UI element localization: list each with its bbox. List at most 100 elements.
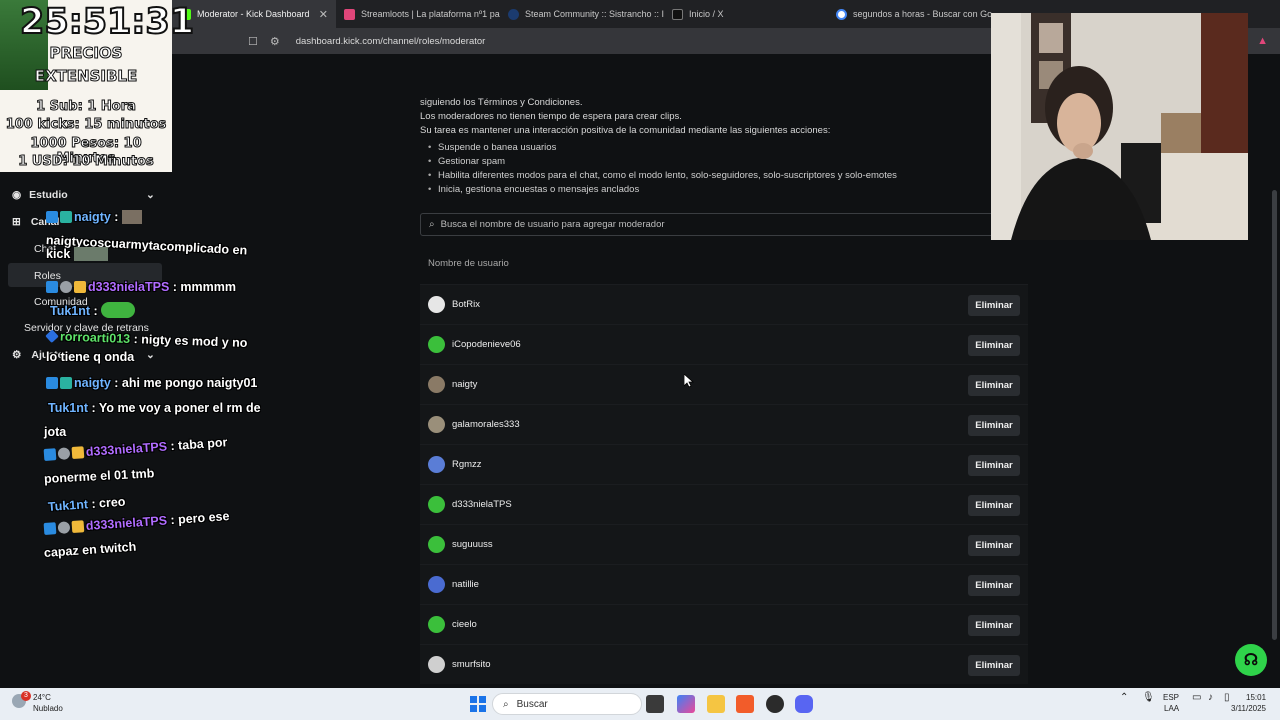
headset-icon: ☊: [1243, 652, 1259, 669]
moderator-row: galamorales333 Eliminar: [420, 404, 1028, 444]
search-icon: ⌕: [503, 698, 509, 710]
site-info-icon[interactable]: ⚙: [270, 35, 280, 48]
bullet-item: Suspende o banea usuarios: [428, 142, 556, 153]
obs-icon[interactable]: [766, 695, 784, 713]
moderator-username: smurfsito: [452, 659, 491, 670]
brave-browser-icon[interactable]: [736, 695, 754, 713]
moderator-username: d333nielaTPS: [452, 499, 512, 510]
language-code[interactable]: ESP: [1163, 693, 1179, 702]
tab-streamloots[interactable]: Streamloots | La plataforma nº1 para: [336, 0, 500, 28]
avatar: [428, 296, 445, 313]
help-chat-button[interactable]: ☊: [1235, 644, 1267, 676]
avatar: [428, 376, 445, 393]
bullet-item: Inicia, gestiona encuestas o mensajes an…: [428, 184, 639, 195]
tab-google[interactable]: segundos a horas - Buscar con Goog: [828, 0, 992, 28]
moderator-row: smurfsito Eliminar: [420, 644, 1028, 684]
mod-badge-icon: [57, 447, 71, 461]
microphone-icon[interactable]: 🎙: [1142, 692, 1155, 703]
language-layout[interactable]: LAA: [1164, 704, 1179, 713]
chat-message: naigty : ahi me pongo naigty01: [46, 376, 257, 390]
sidebar-item-studio[interactable]: ◉ Estudio ⌄: [12, 189, 155, 201]
windows-start-icon[interactable]: [469, 695, 487, 713]
moderator-username: iCopodenieve06: [452, 339, 521, 350]
kick-badge-icon: [43, 448, 57, 461]
avatar: [428, 456, 445, 473]
battery-icon[interactable]: ▯: [1224, 692, 1230, 703]
remove-moderator-button[interactable]: Eliminar: [968, 495, 1020, 516]
crown-badge-icon: [71, 520, 85, 534]
chat-text: : Yo me voy a poner el rm de: [88, 401, 261, 415]
remove-moderator-button[interactable]: Eliminar: [968, 655, 1020, 676]
tab-x[interactable]: Inicio / X: [664, 0, 828, 28]
remove-moderator-button[interactable]: Eliminar: [968, 535, 1020, 556]
chat-text: :: [110, 210, 119, 224]
chevron-down-icon: ⌄: [146, 349, 155, 361]
kick-badge-icon: [43, 522, 57, 535]
google-icon: [836, 8, 847, 20]
remove-moderator-button[interactable]: Eliminar: [968, 375, 1020, 396]
moderator-row: iCopodenieve06 Eliminar: [420, 324, 1028, 364]
remove-moderator-button[interactable]: Eliminar: [968, 615, 1020, 636]
studio-icon: ◉: [12, 189, 22, 201]
tab-steam[interactable]: Steam Community :: Sistrancho :: Ite: [500, 0, 664, 28]
moderator-row: naigty Eliminar: [420, 364, 1028, 404]
chat-message: d333nielaTPS : mmmmm: [46, 280, 236, 294]
remove-moderator-button[interactable]: Eliminar: [968, 575, 1020, 596]
channel-icon: ⊞: [12, 216, 21, 228]
sidebar-item-label: Estudio: [29, 189, 68, 201]
taskbar-search[interactable]: ⌕ Buscar: [492, 693, 642, 715]
moderator-username: natillie: [452, 579, 479, 590]
webcam-overlay: [991, 13, 1248, 240]
subathon-timer: 25:51:31: [19, 1, 195, 43]
close-icon[interactable]: ✕: [319, 8, 328, 21]
clock-date[interactable]: 3/11/2025: [1231, 704, 1266, 713]
task-view-icon[interactable]: [646, 695, 664, 713]
chat-message: naigty :: [46, 210, 142, 224]
copilot-icon[interactable]: [677, 695, 695, 713]
tab-kick-dashboard[interactable]: Moderator - Kick Dashboard ✕: [172, 0, 336, 28]
tab-label: Inicio / X: [689, 9, 724, 19]
chat-username: naigty: [74, 210, 111, 224]
moderator-search-input[interactable]: ⌕ Busca el nombre de usuario para agrega…: [420, 213, 1028, 236]
moderator-row: natillie Eliminar: [420, 564, 1028, 604]
clock-time[interactable]: 15:01: [1246, 693, 1266, 702]
moderator-username: galamorales333: [452, 419, 520, 430]
moderator-row: cieelo Eliminar: [420, 604, 1028, 644]
tab-label: segundos a horas - Buscar con Goog: [853, 9, 992, 19]
search-placeholder: Busca el nombre de usuario para agregar …: [440, 219, 665, 230]
chat-message: Tuk1nt : Yo me voy a poner el rm de: [48, 401, 261, 415]
bookmark-icon[interactable]: ☐: [248, 35, 258, 48]
diamond-badge-icon: [45, 329, 59, 343]
prices-title: PRECIOS: [49, 44, 123, 63]
discord-icon[interactable]: [795, 695, 813, 713]
avatar: [428, 416, 445, 433]
brave-rewards-icon[interactable]: ▲: [1257, 35, 1268, 48]
volume-icon[interactable]: ♪: [1208, 692, 1213, 703]
remove-moderator-button[interactable]: Eliminar: [968, 335, 1020, 356]
file-explorer-icon[interactable]: [707, 695, 725, 713]
url-field[interactable]: dashboard.kick.com/channel/roles/moderat…: [296, 36, 486, 47]
tray-chevron-up-icon[interactable]: ⌃: [1120, 692, 1128, 703]
remove-moderator-button[interactable]: Eliminar: [968, 295, 1020, 316]
moderator-desc-clips: Los moderadores no tienen tiempo de espe…: [420, 111, 682, 122]
price-line: 1 USD: 10 Minutos: [18, 154, 154, 170]
crown-badge-icon: [71, 446, 85, 460]
remove-moderator-button[interactable]: Eliminar: [968, 415, 1020, 436]
price-line: 100 kicks: 15 minutos: [5, 117, 167, 133]
scrollbar[interactable]: [1272, 190, 1277, 640]
moderator-row: suguuuss Eliminar: [420, 524, 1028, 564]
chat-text: : creo: [87, 494, 126, 512]
avatar: [428, 616, 445, 633]
moderator-username: BotRix: [452, 299, 480, 310]
sub-badge-icon: [60, 377, 72, 389]
avatar: [428, 656, 445, 673]
kick-badge-icon: [46, 281, 58, 293]
weather-desc: Nublado: [33, 704, 63, 713]
chat-username: naigty: [74, 376, 111, 390]
avatar: [428, 336, 445, 353]
windows-taskbar: 3 24°C Nublado ⌕ Buscar ⌃ 🎙 ESP LAA ▭ ♪ …: [0, 688, 1280, 720]
remove-moderator-button[interactable]: Eliminar: [968, 455, 1020, 476]
chat-message: lo tiene q onda: [46, 350, 135, 364]
gear-icon: ⚙: [12, 349, 22, 361]
network-icon[interactable]: ▭: [1192, 692, 1201, 703]
